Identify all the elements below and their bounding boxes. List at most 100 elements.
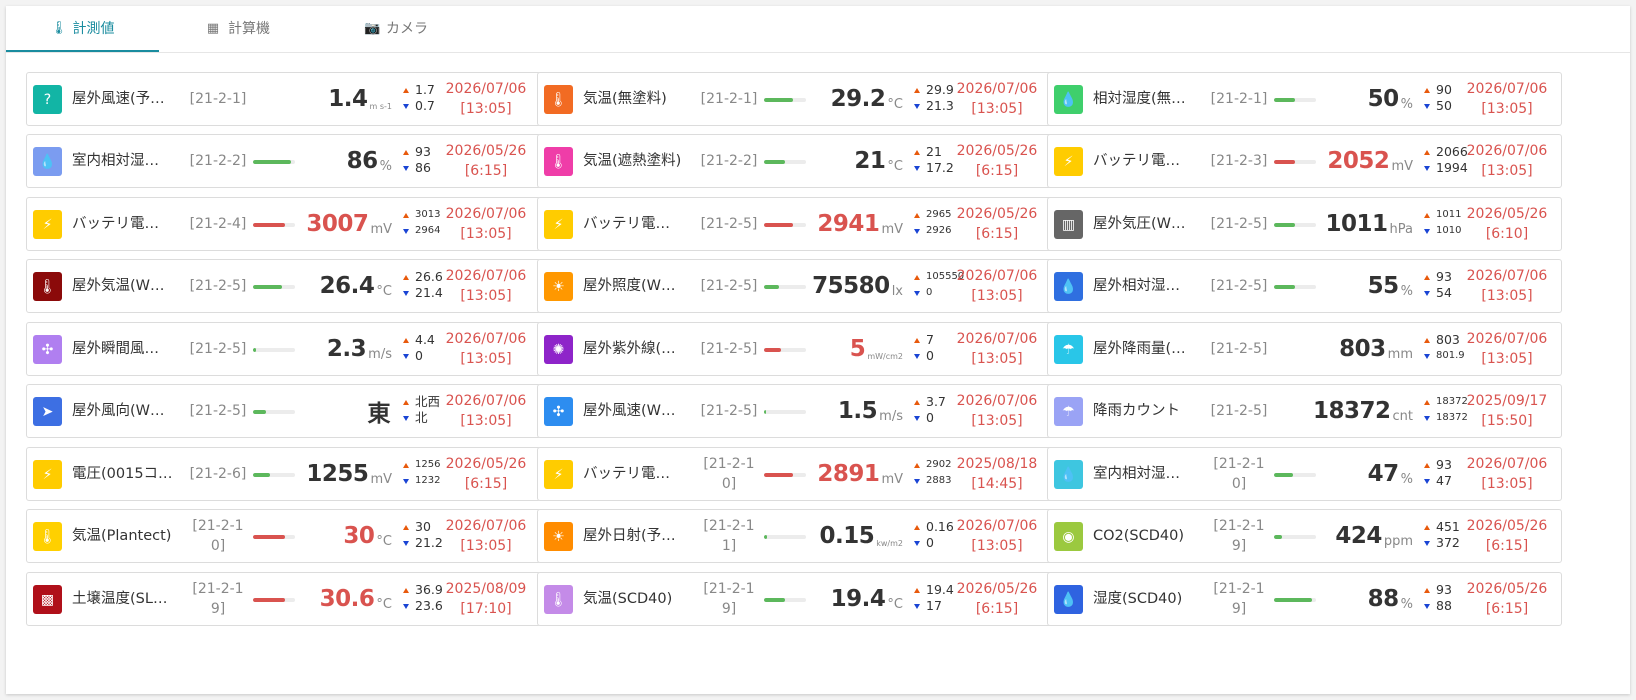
- timestamp-time: [13:05]: [1481, 288, 1533, 304]
- timestamp-date: 2025/08/09: [445, 581, 527, 597]
- arrow-down-icon: [914, 603, 920, 609]
- value-number: 1.5: [837, 398, 878, 424]
- tab-measurements[interactable]: 🌡 計測値: [6, 6, 159, 52]
- timestamp-date: 2026/07/06: [1466, 456, 1548, 472]
- sensor-card[interactable]: ⚡ 電圧(0015コ… [21-2-6] 1255 mV 1256 1232 2026/05/…: [26, 447, 541, 501]
- sensor-card[interactable]: ✣ 屋外瞬間風… [21-2-5] 2.3 m/s 4.4 0 2026/07/06 [13:0…: [26, 322, 541, 376]
- sensor-card[interactable]: 💧 湿度(SCD40) [21-2-19] 88% 93 88 2026/05/26 [6:1…: [1047, 572, 1562, 626]
- timestamp-date: 2026/05/26: [1466, 581, 1548, 597]
- timestamp-time: [6:15]: [464, 476, 508, 492]
- sensor-name: 屋外気圧(W…: [1093, 216, 1186, 232]
- value-unit: m s-1: [369, 101, 392, 111]
- sensor-id: [21-2-19]: [1198, 573, 1280, 625]
- sensor-card[interactable]: 💧 相対湿度(無… [21-2-1] 50% 90 50 2026/07/06 [13:05]: [1047, 72, 1562, 126]
- min-value: 54: [1436, 285, 1452, 300]
- sensor-card[interactable]: ▥ 屋外気圧(W… [21-2-5] 1011 hPa 1011 1010 2026/05/2…: [1047, 197, 1562, 251]
- arrow-down-icon: [914, 290, 920, 296]
- tab-calculator[interactable]: ▦ 計算機: [159, 6, 317, 50]
- sensor-value: 29.2 °C: [831, 73, 903, 125]
- sensor-card[interactable]: 💧 屋外相対湿… [21-2-5] 55% 93 54 2026/07/06 [13:05]: [1047, 259, 1562, 313]
- thermometer-icon: 🌡: [544, 147, 573, 176]
- sensor-id: [21-2-5]: [688, 198, 770, 250]
- sensor-card[interactable]: ☂ 屋外降雨量(… [21-2-5] 803 mm 803 801.9 2026/07/06[…: [1047, 322, 1562, 376]
- min-value: 0: [926, 348, 934, 363]
- sensor-id: [21-2-1]: [177, 73, 259, 125]
- value-number: 19.4: [830, 586, 886, 612]
- timestamp-date: 2026/05/26: [1466, 518, 1548, 534]
- sensor-card[interactable]: ☀ 屋外日射(予… [21-2-11] 0.15 kw/m2 0.16 0 2026/07/0…: [537, 509, 1052, 563]
- sensor-grid: ? 屋外風速(予… [21-2-1] 1.4 m s-1 1.7 0.7 2026/07/06…: [26, 72, 1614, 672]
- sensor-card[interactable]: ⚡ バッテリ電… [21-2-10] 2891 mV 2902 2883 2025/08/18…: [537, 447, 1052, 501]
- humidity-drop-icon: 💧: [33, 147, 62, 176]
- sensor-card[interactable]: 💧 室内相対湿… [21-2-2] 86% 93 86 2026/05/26 [6:15]: [26, 134, 541, 188]
- sensor-card[interactable]: 🌡 気温(SCD40) [21-2-19] 19.4 °C 19.4 17 2026/05/2…: [537, 572, 1052, 626]
- sensor-card[interactable]: 🌡 気温(遮熱塗料) [21-2-2] 21 °C 21 17.2 2026/05/26 [6:…: [537, 134, 1052, 188]
- arrow-down-icon: [914, 415, 920, 421]
- question-icon: ?: [33, 85, 62, 114]
- value-unit: %: [1400, 596, 1413, 612]
- sensor-name: 屋外気温(W…: [72, 278, 165, 294]
- level-bar: [764, 410, 806, 414]
- value-number: 803: [1339, 336, 1386, 362]
- timestamp-time: [13:05]: [1481, 163, 1533, 179]
- value-number: 30: [343, 523, 375, 549]
- max-value: 29.9: [926, 82, 954, 97]
- sensor-card[interactable]: 🌡 気温(Plantect) [21-2-10] 30 °C 30 21.2 2026/07/…: [26, 509, 541, 563]
- sensor-value: 21 °C: [854, 135, 903, 187]
- sensor-card[interactable]: ✣ 屋外風速(W… [21-2-5] 1.5 m/s 3.7 0 2026/07/06 [13:…: [537, 384, 1052, 438]
- timestamp: 2026/05/26 [6:15]: [1461, 516, 1553, 556]
- sensor-id: [21-2-5]: [1198, 323, 1280, 375]
- sensor-card[interactable]: ⚡ バッテリ電… [21-2-5] 2941 mV 2965 2926 2026/05/26 […: [537, 197, 1052, 251]
- sensor-id: [21-2-5]: [688, 385, 770, 437]
- sensor-card[interactable]: ⚡ バッテリ電… [21-2-3] 2052 mV 2066 1994 2026/07/06[…: [1047, 134, 1562, 188]
- tab-label: 計算機: [228, 21, 270, 37]
- sensor-card[interactable]: ◉ CO2(SCD40) [21-2-19] 424 ppm 451 372 2026/05/…: [1047, 509, 1562, 563]
- sensor-name: 気温(SCD40): [583, 591, 673, 607]
- sensor-card[interactable]: ☀ 屋外照度(W… [21-2-5] 75580 lx 105550 0 2026/07/06…: [537, 259, 1052, 313]
- arrow-up-icon: [403, 337, 409, 343]
- timestamp-date: 2026/05/26: [445, 456, 527, 472]
- sensor-card[interactable]: ☂ 降雨カウント [21-2-5] 18372 cnt 18372 18372 2025/09…: [1047, 384, 1562, 438]
- arrow-down-icon: [1424, 165, 1430, 171]
- timestamp: 2026/05/26 [6:15]: [951, 141, 1043, 181]
- level-bar: [764, 598, 806, 602]
- level-bar-fill: [1274, 285, 1295, 289]
- timestamp: 2026/07/06 [13:05]: [951, 266, 1043, 306]
- sensor-name: 屋外照度(W…: [583, 278, 676, 294]
- sensor-value: 50%: [1368, 73, 1413, 125]
- level-bar: [253, 348, 295, 352]
- sensor-card[interactable]: ⚡ バッテリ電… [21-2-4] 3007 mV 3013 2964 2026/07/06 […: [26, 197, 541, 251]
- timestamp-time: [13:05]: [460, 351, 512, 367]
- tab-camera[interactable]: 📷 カメラ: [317, 6, 475, 50]
- arrow-up-icon: [403, 524, 409, 530]
- sensor-card[interactable]: ✺ 屋外紫外線(… [21-2-5] 5 mW/cm2 7 0 2026/07/06 [13:0…: [537, 322, 1052, 376]
- max-value: 90: [1436, 82, 1452, 97]
- sensor-card[interactable]: ▩ 土壌温度(SL… [21-2-19] 30.6 °C 36.9 23.6 2025/08/…: [26, 572, 541, 626]
- sensor-name: 屋外風速(予…: [72, 91, 165, 107]
- sensor-id-text: [21-2-5]: [1210, 277, 1268, 294]
- level-bar-fill: [764, 160, 785, 164]
- level-bar-fill: [1274, 598, 1312, 602]
- sensor-card[interactable]: 💧 室内相対湿… [21-2-10] 47% 93 47 2026/07/06 [13:05]: [1047, 447, 1562, 501]
- sensor-card[interactable]: 🌡 屋外気温(W… [21-2-5] 26.4 °C 26.6 21.4 2026/07/06…: [26, 259, 541, 313]
- value-unit: °C: [887, 96, 903, 112]
- level-bar: [1274, 98, 1316, 102]
- timestamp-date: 2026/07/06: [445, 331, 527, 347]
- timestamp: 2026/05/26 [6:15]: [1461, 579, 1553, 619]
- timestamp-time: [13:05]: [1481, 101, 1533, 117]
- sensor-value: 424 ppm: [1335, 510, 1413, 562]
- sensor-card[interactable]: ➤ 屋外風向(W… [21-2-5] 東 北西北 2026/07/06 [13:05]: [26, 384, 541, 438]
- max-value: 803: [1436, 332, 1460, 347]
- timestamp: 2026/07/06 [13:05]: [1461, 329, 1553, 369]
- arrow-down-icon: [914, 165, 920, 171]
- timestamp-date: 2026/07/06: [445, 81, 527, 97]
- timestamp: 2025/08/18 [14:45]: [951, 454, 1043, 494]
- sensor-card[interactable]: ? 屋外風速(予… [21-2-1] 1.4 m s-1 1.7 0.7 2026/07/06…: [26, 72, 541, 126]
- arrow-down-icon: [403, 478, 409, 484]
- timestamp-time: [6:15]: [975, 226, 1019, 242]
- value-unit: hPa: [1389, 221, 1413, 237]
- level-bar-fill: [764, 473, 794, 477]
- timestamp: 2026/07/06 [13:05]: [440, 516, 532, 556]
- sensor-card[interactable]: 🌡 気温(無塗料) [21-2-1] 29.2 °C 29.9 21.3 2026/07/06…: [537, 72, 1052, 126]
- sensor-value: 東: [368, 385, 393, 437]
